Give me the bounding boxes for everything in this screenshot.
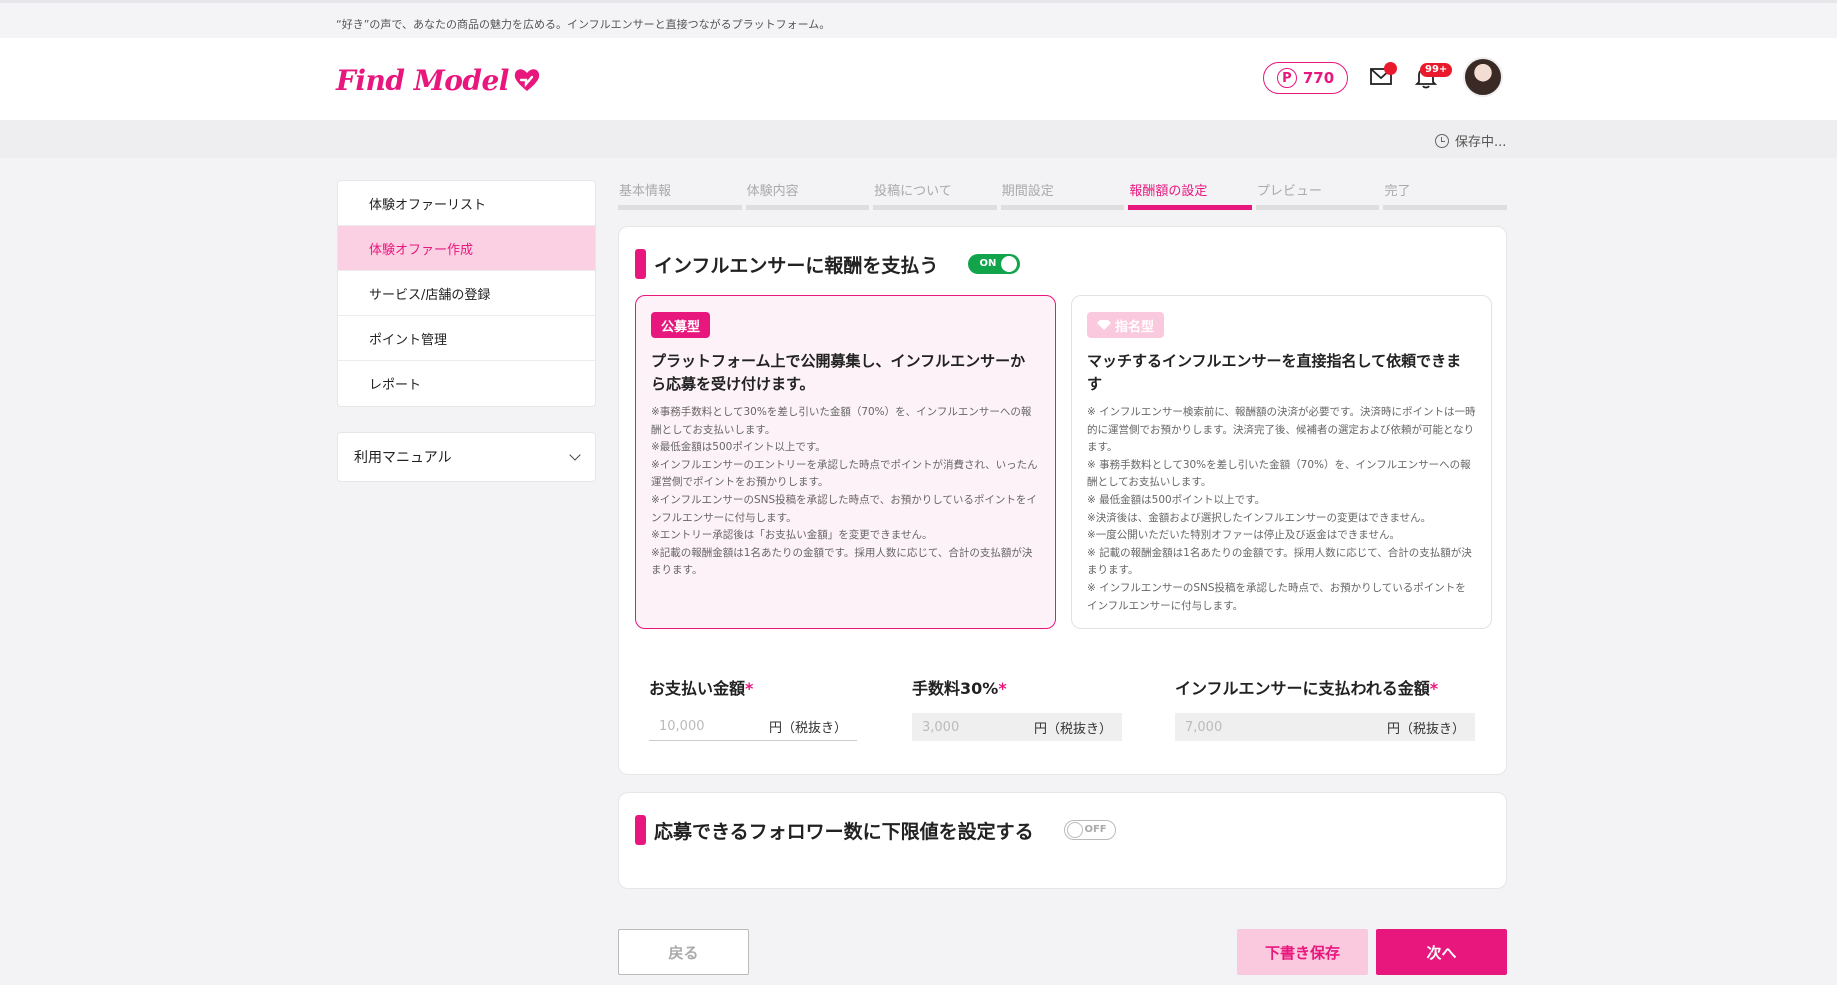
step-complete: 完了 — [1383, 180, 1508, 210]
sidebar-item-points[interactable]: ポイント管理 — [338, 316, 595, 361]
next-button[interactable]: 次へ — [1376, 929, 1507, 975]
chevron-down-icon — [569, 449, 581, 461]
sidebar-menu: 体験オファーリスト 体験オファー作成 サービス/店舗の登録 ポイント管理 レポー… — [337, 180, 596, 407]
public-option-title: プラットフォーム上で公開募集し、インフルエンサーから応募を受け付けます。 — [651, 352, 1026, 393]
follower-limit-card: 応募できるフォロワー数に下限値を設定する OFF — [618, 792, 1507, 889]
sidebar-item-offer-create[interactable]: 体験オファー作成 — [338, 226, 595, 271]
step-reward: 報酬額の設定 — [1128, 180, 1252, 210]
points-icon: P — [1276, 68, 1297, 88]
influencer-payout-display: 7,000 円（税抜き） — [1175, 713, 1475, 741]
nominate-badge-label: 指名型 — [1115, 319, 1155, 335]
logo-text: Find Model — [336, 63, 509, 97]
reward-card: インフルエンサーに報酬を支払う ON 公募型 プラットフォーム上で公開募集し、イ… — [618, 226, 1507, 775]
back-button[interactable]: 戻る — [618, 929, 749, 975]
manual-label: 利用マニュアル — [354, 450, 452, 466]
step-indicator: 基本情報 体験内容 投稿について 期間設定 報酬額の設定 プレビュー 完了 — [618, 180, 1508, 210]
mail-unread-dot — [1384, 62, 1397, 75]
sidebar-item-report[interactable]: レポート — [338, 361, 595, 406]
sidebar-item-offer-list[interactable]: 体験オファーリスト — [338, 181, 595, 226]
logo[interactable]: Find Model — [336, 60, 541, 100]
step-experience: 体験内容 — [745, 180, 870, 210]
section-marker — [635, 815, 646, 845]
option-nominate[interactable]: 指名型 マッチするインフルエンサーを直接指名して依頼できます ※ インフルエンサ… — [1071, 295, 1492, 629]
saving-status-text: 保存中... — [1455, 135, 1507, 150]
payment-field: お支払い金額* 10,000 円（税抜き） — [649, 675, 857, 741]
follower-limit-section-title: 応募できるフォロワー数に下限値を設定する OFF — [635, 815, 1116, 845]
follower-limit-toggle[interactable]: OFF — [1063, 820, 1116, 840]
section-marker — [635, 249, 646, 279]
follower-limit-title: 応募できるフォロワー数に下限値を設定する — [654, 820, 1034, 843]
sidebar-item-service-register[interactable]: サービス/店舗の登録 — [338, 271, 595, 316]
manual-dropdown[interactable]: 利用マニュアル — [337, 432, 596, 482]
influencer-payout-field: インフルエンサーに支払われる金額* 7,000 円（税抜き） — [1175, 675, 1475, 741]
option-public-recruit[interactable]: 公募型 プラットフォーム上で公開募集し、インフルエンサーから応募を受け付けます。… — [635, 295, 1056, 629]
public-option-notes: ※事務手数料として30%を差し引いた金額（70%）を、インフルエンサーへの報酬と… — [651, 406, 1038, 577]
follower-limit-toggle-label: OFF — [1084, 824, 1107, 835]
public-badge: 公募型 — [651, 312, 711, 338]
step-period: 期間設定 — [1000, 180, 1125, 210]
step-preview: プレビュー — [1255, 180, 1380, 210]
gem-icon — [1097, 320, 1111, 330]
points-value: 770 — [1302, 69, 1335, 87]
saving-status: 保存中... — [1435, 131, 1506, 150]
step-posting: 投稿について — [873, 180, 997, 210]
reward-toggle[interactable]: ON — [968, 254, 1021, 274]
reward-title: インフルエンサーに報酬を支払う — [654, 254, 939, 277]
toggle-knob — [1001, 256, 1018, 272]
avatar[interactable] — [1463, 57, 1503, 97]
tagline: “好き”の声で、あなたの商品の魅力を広める。インフルエンサーと直接つながるプラッ… — [336, 18, 831, 31]
amount-fields: お支払い金額* 10,000 円（税抜き） 手数料30%* 3,000 円（税抜… — [649, 675, 1476, 745]
save-draft-button[interactable]: 下書き保存 — [1237, 929, 1368, 975]
nominate-option-title: マッチするインフルエンサーを直接指名して依頼できます — [1087, 352, 1462, 393]
nominate-badge: 指名型 — [1087, 312, 1165, 338]
points-button[interactable]: P 770 — [1263, 62, 1348, 94]
nominate-option-notes: ※ インフルエンサー検索前に、報酬額の決済が必要です。決済時にポイントは一時的に… — [1087, 406, 1476, 612]
step-basic-info: 基本情報 — [618, 180, 742, 210]
toggle-knob — [1066, 822, 1083, 838]
fee-field: 手数料30%* 3,000 円（税抜き） — [912, 675, 1122, 741]
saving-bar: 保存中... — [0, 120, 1837, 158]
header: Find Model P 770 99+ — [0, 38, 1837, 120]
fee-amount-display: 3,000 円（税抜き） — [912, 713, 1122, 741]
tagline-bar: “好き”の声で、あなたの商品の魅力を広める。インフルエンサーと直接つながるプラッ… — [0, 0, 1837, 38]
reward-section-title: インフルエンサーに報酬を支払う ON — [635, 249, 1021, 279]
payment-amount-input[interactable]: 10,000 円（税抜き） — [649, 713, 857, 741]
clock-icon — [1435, 133, 1449, 148]
notification-badge: 99+ — [1420, 63, 1453, 77]
heart-logo-icon — [514, 69, 540, 91]
reward-toggle-label: ON — [979, 258, 997, 269]
